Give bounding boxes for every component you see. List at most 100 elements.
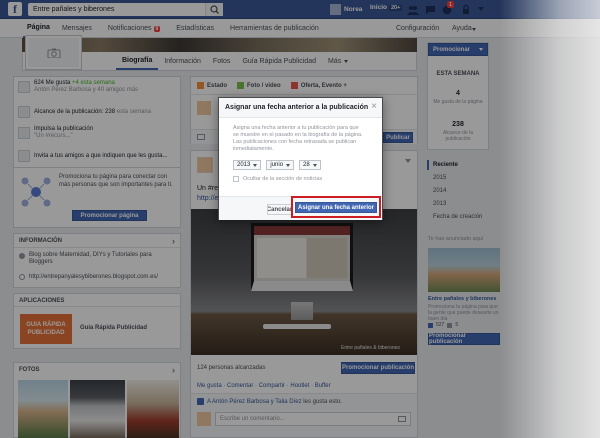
page-stats-card: 624 Me gusta +4 esta semana Antón Pérez …	[13, 76, 181, 172]
cancel-button[interactable]: Cancelar	[267, 204, 292, 215]
facebook-logo-icon[interactable]: f	[8, 2, 22, 16]
timeline-item-2013[interactable]: 2013	[427, 199, 487, 209]
privacy-lock-icon[interactable]	[462, 4, 470, 16]
tab-herramientas[interactable]: Herramientas de publicación	[222, 25, 327, 32]
info-chevron-right-icon[interactable]: ›	[172, 236, 175, 246]
messages-icon[interactable]	[424, 4, 436, 15]
reach-count: 124 personas alcanzadas	[197, 365, 266, 371]
comment-avatar	[197, 412, 211, 426]
dialog-description: Asigna una fecha anterior a tu publicaci…	[233, 125, 363, 152]
timeline-item-2015[interactable]: 2015	[427, 173, 487, 183]
tab-ayuda[interactable]: Ayuda	[452, 25, 472, 32]
comment-camera-icon[interactable]	[398, 416, 406, 422]
top-bar: f Entre pañales y biberones Norea Inicio…	[0, 0, 600, 19]
account-menu-chevron-down-icon[interactable]	[478, 7, 484, 11]
apps-section-title: APLICACIONES	[19, 298, 65, 304]
composer-tab-oferta[interactable]: Oferta, Evento +	[290, 82, 347, 89]
promote-network-illustration	[20, 176, 52, 208]
stat-reach[interactable]: Alcance de la publicación: 238 esta sema…	[18, 106, 178, 118]
year-chevron-down-icon	[253, 163, 258, 167]
search-box[interactable]: Entre pañales y biberones	[28, 3, 223, 16]
ad-likes: 527 5	[428, 322, 458, 328]
photos-card: FOTOS ›	[13, 362, 181, 438]
photos-chevron-right-icon[interactable]: ›	[172, 365, 175, 375]
cover-photo[interactable]	[22, 38, 417, 52]
boost-post-icon	[18, 127, 30, 139]
promote-post-button[interactable]: Promocionar publicación	[341, 362, 415, 374]
composer-tab-estado[interactable]: Estado	[197, 82, 227, 89]
notifications-icon[interactable]: 1	[441, 1, 454, 15]
photo-thumb-2[interactable]	[70, 380, 125, 438]
month-select[interactable]: junio	[266, 160, 295, 170]
home-link[interactable]: Inicio 20+	[370, 4, 403, 11]
dialog-header: Asignar una fecha anterior a la publicac…	[219, 98, 382, 118]
composer-camera-icon[interactable]	[197, 134, 205, 140]
publish-button[interactable]: Publicar	[383, 132, 413, 143]
photo-video-icon	[237, 82, 245, 89]
promote-page-button[interactable]: Promocionar página	[72, 210, 147, 221]
info-section-title: INFORMACIÓN	[19, 238, 62, 244]
profile-photo[interactable]	[26, 36, 81, 69]
timeline-item-creacion[interactable]: Fecha de creación	[427, 212, 487, 222]
app-thumbnail-guia[interactable]: GUIA RÁPIDA PUBLICIDAD	[20, 314, 72, 344]
week-title: ESTA SEMANA	[436, 71, 480, 77]
mas-chevron-down-icon	[344, 59, 349, 63]
day-select[interactable]: 28	[299, 160, 321, 170]
ad-image[interactable]	[428, 248, 500, 292]
avatar	[330, 4, 341, 15]
page-tab-mas[interactable]: Más	[322, 58, 354, 65]
ad-description: Promociona tu página para que la gente q…	[428, 304, 499, 322]
user-profile-link[interactable]: Norea	[330, 3, 362, 16]
promote-page-card: Promociona tu página para conectar con m…	[13, 167, 181, 228]
page-tab-guia[interactable]: Guía Rápida Publicidad	[236, 58, 322, 65]
close-icon[interactable]: ×	[371, 101, 377, 112]
home-count-badge: 20+	[388, 4, 403, 11]
timeline-item-reciente[interactable]: Reciente	[427, 160, 487, 170]
composer-tab-foto[interactable]: Foto / video	[237, 82, 281, 89]
stat-boost[interactable]: Impulsa la publicación "Un #recurs..."	[18, 126, 178, 140]
likes-summary: A Antón Pérez Barbosa y Talia Díez les g…	[197, 398, 342, 405]
app-label-guia[interactable]: Guía Rápida Publicidad	[80, 325, 147, 331]
composer-avatar	[197, 101, 211, 115]
post-avatar[interactable]	[197, 157, 213, 173]
info-website[interactable]: http://entrepanyalesybiberones.blogspot.…	[19, 274, 177, 280]
notifications-badge: 1	[447, 1, 454, 8]
photo-thumb-1[interactable]	[18, 380, 68, 438]
tab-notificaciones[interactable]: Notificaciones 8	[100, 25, 168, 32]
post-image[interactable]: Entre pañales & biberones	[191, 209, 417, 355]
tab-configuracion[interactable]: Configuración	[396, 25, 439, 32]
ad-title[interactable]: Entre pañales y biberones	[428, 296, 496, 302]
apps-card: APLICACIONES GUIA RÁPIDA PUBLICIDAD Guía…	[13, 293, 181, 349]
day-chevron-down-icon	[312, 163, 317, 167]
comment-input[interactable]: Escribe un comentario...	[215, 412, 411, 426]
assign-earlier-date-button[interactable]: Asignar una fecha anterior	[295, 202, 377, 213]
info-description: Blog sobre Maternidad, DIYs y Tutoriales…	[19, 252, 177, 266]
post-actions[interactable]: Me gusta · Comentar · Compartir · Hootle…	[197, 383, 331, 389]
stat-likes[interactable]: 624 Me gusta +4 esta semana Antón Pérez …	[18, 80, 178, 94]
tab-estadisticas[interactable]: Estadísticas	[168, 25, 222, 32]
promote-button[interactable]: Promocionar	[428, 43, 488, 56]
post-options-chevron-down-icon[interactable]	[405, 159, 411, 163]
week-likes-label: Me gusta de la página	[433, 99, 483, 105]
help-chevron-down-icon[interactable]	[472, 28, 476, 31]
photo-thumb-3[interactable]	[127, 380, 179, 438]
page-tab-biografia[interactable]: Biografía	[116, 52, 159, 70]
timeline-item-2014[interactable]: 2014	[427, 186, 487, 196]
status-pencil-icon	[197, 82, 204, 89]
info-card: INFORMACIÓN › Blog sobre Maternidad, DIY…	[13, 233, 181, 288]
stat-invite[interactable]: Invita a tus amigos a que indiquen que l…	[18, 150, 178, 162]
hide-from-feed-option[interactable]: Ocultar de la sección de noticias	[233, 176, 322, 182]
search-input[interactable]: Entre pañales y biberones	[33, 6, 114, 13]
search-icon[interactable]	[205, 3, 223, 16]
page-tab-fotos[interactable]: Fotos	[207, 58, 237, 65]
tab-mensajes[interactable]: Mensajes	[54, 25, 100, 32]
like-thumb-icon	[197, 398, 204, 405]
page-tab-informacion[interactable]: Información	[158, 58, 207, 65]
hide-checkbox[interactable]	[233, 176, 239, 182]
year-select[interactable]: 2013	[233, 160, 262, 170]
ad-promote-button[interactable]: Promocionar publicación	[428, 333, 500, 345]
friend-requests-icon[interactable]	[407, 4, 419, 15]
camera-icon[interactable]	[47, 48, 61, 58]
offer-event-icon	[290, 82, 298, 89]
website-globe-icon	[19, 274, 25, 280]
